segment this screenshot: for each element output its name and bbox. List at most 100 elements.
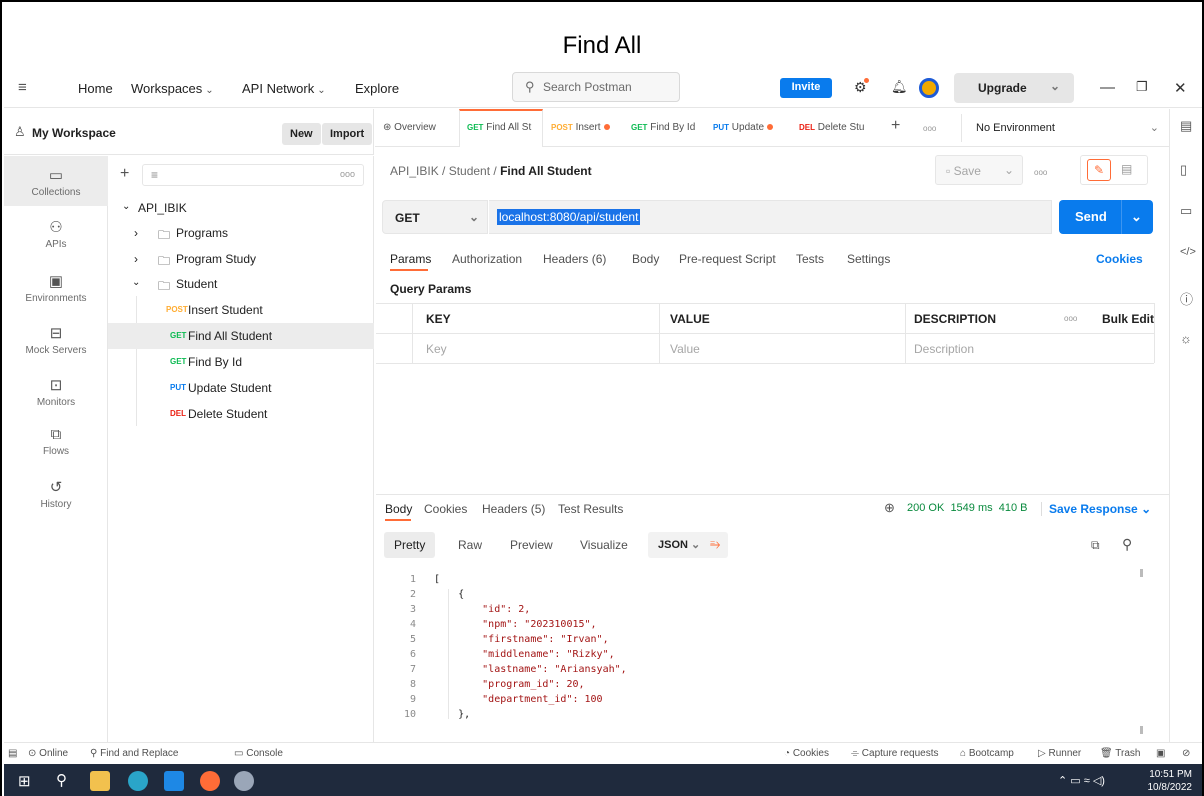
sidebar-toggle-icon[interactable]: ▤	[8, 748, 17, 759]
cookies-link[interactable]: Cookies	[1096, 252, 1143, 266]
rail-item-apis[interactable]: ⚇ APIs	[4, 218, 108, 250]
subtab-tests[interactable]: Tests	[796, 252, 824, 266]
rail-item-environments[interactable]: ▣ Environments	[4, 272, 108, 304]
mode-preview[interactable]: Preview	[500, 532, 563, 558]
minimize-icon[interactable]: —	[1100, 79, 1115, 96]
tree-request[interactable]: DEL Delete Student	[108, 401, 374, 427]
tree-request[interactable]: GET Find By Id	[108, 349, 374, 375]
tab-overview[interactable]: ⊛ Overview	[383, 122, 436, 133]
upgrade-button[interactable]: Upgrade ⌄	[954, 73, 1074, 103]
response-body[interactable]: 1 2 3 4 5 6 7 8 9 10 [ { "id": 2, "npm":…	[382, 564, 1152, 740]
save-button[interactable]: ▫ Save ⌄	[935, 155, 1023, 185]
search-icon[interactable]: ⚲	[1122, 536, 1132, 553]
description-input[interactable]: Description	[914, 342, 974, 356]
tree-collection[interactable]: ⌄ API_IBIK	[108, 195, 374, 221]
url-input[interactable]: localhost:8080/api/student	[489, 200, 1052, 234]
subtab-headers[interactable]: Headers (6)	[543, 252, 606, 266]
copy-icon[interactable]: ⧉	[1091, 538, 1100, 553]
cookies-button[interactable]: ◔ Cookies	[784, 748, 829, 759]
key-input[interactable]: Key	[426, 342, 447, 356]
code-icon[interactable]: </>	[1180, 246, 1196, 258]
tree-folder[interactable]: › 🗀︎ Program Study	[108, 246, 374, 272]
wrap-lines-icon[interactable]: ⥱	[702, 532, 729, 558]
format-select[interactable]: JSON ⌄	[648, 532, 711, 558]
search-input[interactable]: ⚲ Search Postman	[512, 72, 680, 102]
globe-icon[interactable]: ⊕	[884, 500, 895, 516]
avatar[interactable]	[919, 78, 939, 98]
postman-icon[interactable]	[200, 771, 220, 791]
more-icon[interactable]: ooo	[340, 169, 355, 179]
add-icon[interactable]: +	[120, 165, 129, 183]
tree-request-active[interactable]: GET Find All Student	[108, 323, 374, 349]
subtab-body[interactable]: Body	[632, 252, 659, 266]
pane-splitter[interactable]	[376, 494, 1169, 495]
edit-pencil-icon[interactable]: ✎	[1087, 159, 1111, 181]
paint-icon[interactable]	[234, 771, 254, 791]
runner-button[interactable]: ▷ Runner	[1038, 748, 1081, 759]
tree-request[interactable]: PUT Update Student	[108, 375, 374, 401]
nav-workspaces[interactable]: Workspaces ⌄	[131, 81, 214, 96]
save-response-button[interactable]: Save Response ⌄	[1049, 502, 1151, 516]
environment-select[interactable]: No Environment ⌄	[961, 114, 1169, 142]
rail-item-mock-servers[interactable]: ⊟ Mock Servers	[4, 324, 108, 356]
value-input[interactable]: Value	[670, 342, 700, 356]
info-icon[interactable]: ⓘ	[1180, 289, 1193, 308]
scrollbar-thumb[interactable]	[1140, 569, 1143, 577]
layout-icon[interactable]: ▣	[1156, 748, 1165, 759]
bootcamp-button[interactable]: ⌂ Bootcamp	[960, 748, 1014, 759]
import-button[interactable]: Import	[322, 123, 373, 145]
subtab-pre-request-script[interactable]: Pre-request Script	[679, 252, 776, 266]
new-button[interactable]: New	[282, 123, 321, 145]
file-explorer-icon[interactable]	[90, 771, 110, 791]
rail-item-history[interactable]: ↺ History	[4, 478, 108, 510]
edge-dev-icon[interactable]	[128, 771, 148, 791]
more-tabs-icon[interactable]: ooo	[923, 124, 936, 133]
rail-item-collections[interactable]: ▭ Collections	[4, 156, 108, 206]
send-button[interactable]: Send ⌄	[1059, 200, 1153, 234]
subtab-authorization[interactable]: Authorization	[452, 252, 522, 266]
response-tab-body[interactable]: Body	[385, 502, 412, 516]
nav-explore[interactable]: Explore	[355, 81, 399, 96]
vscode-icon[interactable]	[164, 771, 184, 791]
rail-item-monitors[interactable]: ⊡ Monitors	[4, 376, 108, 408]
subtab-settings[interactable]: Settings	[847, 252, 890, 266]
view-toggle[interactable]: ✎ ▤	[1080, 155, 1148, 185]
documentation-icon[interactable]: ▯	[1180, 162, 1187, 178]
windows-start-icon[interactable]: ⊞	[18, 772, 31, 790]
lightbulb-icon[interactable]: ☼	[1180, 331, 1192, 346]
response-tab-test-results[interactable]: Test Results	[558, 502, 623, 516]
nav-api-network[interactable]: API Network ⌄	[242, 81, 326, 96]
invite-button[interactable]: Invite	[780, 78, 832, 98]
mode-visualize[interactable]: Visualize	[570, 532, 638, 558]
bulk-edit-button[interactable]: Bulk Edit	[1102, 312, 1154, 326]
bell-icon[interactable]: 🔔︎	[891, 79, 908, 95]
find-replace-button[interactable]: ⚲ Find and Replace	[90, 748, 179, 759]
environment-quick-look-icon[interactable]: ▤	[1180, 118, 1192, 134]
add-tab-icon[interactable]: +	[891, 117, 900, 135]
search-icon[interactable]: ⚲	[56, 771, 67, 789]
mode-pretty[interactable]: Pretty	[384, 532, 436, 558]
tab-update[interactable]: PUT Update	[713, 122, 774, 133]
more-icon[interactable]: ooo	[1034, 168, 1047, 177]
console-button[interactable]: ▭ Console	[234, 748, 283, 759]
scrollbar-thumb[interactable]	[1140, 726, 1143, 734]
close-icon[interactable]: ✕	[1174, 79, 1187, 97]
tab-find-by-id[interactable]: GET Find By Id	[631, 122, 695, 133]
tree-request[interactable]: POST Insert Student	[108, 297, 374, 323]
system-tray-icons[interactable]: ⌃ ▭ ≈ ◁)	[1058, 774, 1105, 787]
trash-button[interactable]: 🗑︎ Trash	[1100, 748, 1141, 759]
more-icon[interactable]: ooo	[1064, 314, 1077, 323]
mode-raw[interactable]: Raw	[448, 532, 492, 558]
tab-find-all[interactable]: GET Find All St	[467, 122, 531, 133]
method-select[interactable]: GET ⌄	[382, 200, 488, 234]
subtab-params[interactable]: Params	[390, 252, 431, 266]
capture-requests-button[interactable]: ⌯ Capture requests	[851, 748, 939, 759]
response-tab-cookies[interactable]: Cookies	[424, 502, 467, 516]
hamburger-menu-icon[interactable]: ≡	[18, 79, 27, 96]
tree-folder[interactable]: ⌄ 🗀︎ Student	[108, 271, 374, 297]
comment-icon[interactable]: ▤	[1121, 162, 1132, 176]
online-status[interactable]: ⊙ Online	[28, 748, 68, 759]
tree-folder[interactable]: › 🗀︎ Programs	[108, 220, 374, 246]
nav-home[interactable]: Home	[78, 81, 113, 96]
comments-icon[interactable]: ▭	[1180, 203, 1192, 219]
